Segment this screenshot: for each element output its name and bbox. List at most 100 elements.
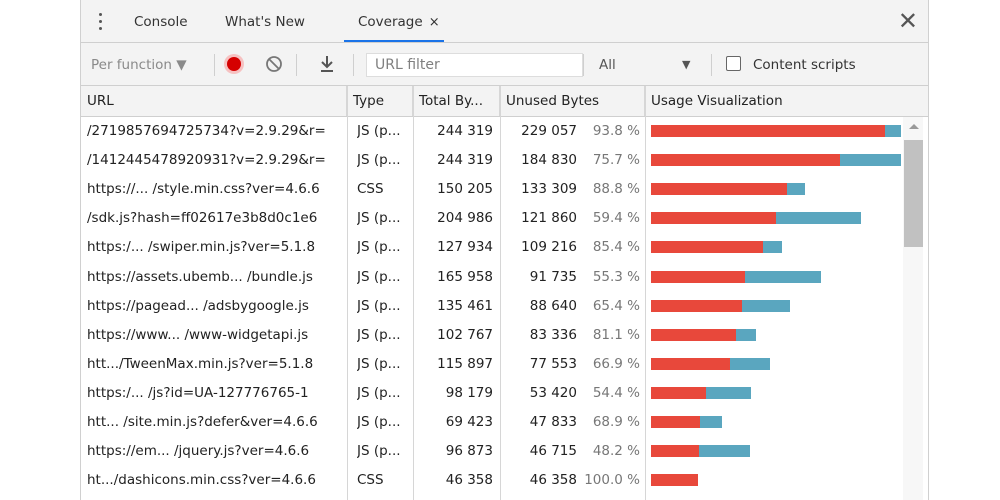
url-cell: /sdk.js?hash=ff02617e3b8d0c1e6 <box>87 210 318 227</box>
table-row[interactable]: https:/... /js?id=UA-127776765-1 JS (p...… <box>81 379 903 408</box>
unused-bytes-cell: 121 860 <box>521 210 577 227</box>
usage-bar <box>651 183 805 196</box>
unused-bytes-bar <box>651 474 699 487</box>
used-bytes-bar <box>736 328 757 341</box>
tab-whats-new[interactable]: What's New <box>225 0 305 42</box>
url-cell: htt.../TweenMax.min.js?ver=5.1.8 <box>87 355 314 372</box>
used-bytes-bar <box>699 416 723 428</box>
table-row[interactable]: ht.../dashicons.min.css?ver=4.6.6 CSS 46 3… <box>81 466 903 495</box>
tab-coverage[interactable]: Coverage × <box>344 0 444 42</box>
type-cell: JS (p... <box>357 443 401 460</box>
table-row[interactable]: /sdk.js?hash=ff02617e3b8d0c1e6 JS (p... 20… <box>81 204 903 233</box>
clear-icon[interactable] <box>265 55 283 73</box>
column-header-usage-visualization[interactable]: Usage Visualization <box>645 86 928 116</box>
unused-bytes-cell: 133 309 <box>521 181 577 198</box>
table-row[interactable]: https:/... /swiper.min.js?ver=5.1.8 JS (p… <box>81 233 903 262</box>
type-cell: CSS <box>357 472 384 489</box>
table-row[interactable]: htt.../TweenMax.min.js?ver=5.1.8 JS (p...… <box>81 350 903 379</box>
coverage-table-body: /2719857694725734?v=2.9.29&r= JS (p... 244… <box>81 117 928 500</box>
kebab-menu-icon[interactable] <box>99 13 103 31</box>
unused-bytes-cell: 83 336 <box>529 326 577 343</box>
total-bytes-cell: 244 319 <box>437 123 493 139</box>
unused-bytes-bar <box>651 154 841 167</box>
content-scripts-checkbox[interactable] <box>726 56 741 71</box>
unused-bytes-bar <box>651 183 788 196</box>
usage-bar <box>651 445 751 458</box>
column-header-url[interactable]: URL <box>81 86 347 116</box>
unused-percent-cell: 66.9 % <box>592 355 640 372</box>
unused-percent-cell: 100.0 % <box>584 472 640 489</box>
unused-bytes-bar <box>651 299 742 312</box>
coverage-toolbar: Per function ▼ All ▼ Content scripts <box>81 43 928 86</box>
table-row[interactable]: https://em... /jquery.js?ver=4.6.6 JS (p.… <box>81 437 903 466</box>
chevron-down-icon[interactable]: ▼ <box>682 43 690 85</box>
url-cell: https://pagead... /adsbygoogle.js <box>87 297 309 314</box>
total-bytes-cell: 135 461 <box>437 297 493 314</box>
used-bytes-bar <box>787 183 805 196</box>
toolbar-divider <box>711 54 712 76</box>
table-row[interactable]: /2719857694725734?v=2.9.29&r= JS (p... 244… <box>81 117 903 146</box>
type-cell: JS (p... <box>357 326 401 343</box>
used-bytes-bar <box>744 270 821 283</box>
table-row[interactable]: https://pagead... /adsbygoogle.js JS (p..… <box>81 292 903 321</box>
close-icon[interactable]: × <box>429 15 440 30</box>
toolbar-divider <box>353 54 354 76</box>
total-bytes-cell: 115 897 <box>437 355 493 372</box>
table-row[interactable]: https://... /style.min.css?ver=4.6.6 CSS 1… <box>81 175 903 204</box>
unused-percent-cell: 81.1 % <box>592 326 640 343</box>
unused-percent-cell: 88.8 % <box>592 181 640 198</box>
usage-bar <box>651 474 699 487</box>
unused-bytes-cell: 47 833 <box>529 414 577 430</box>
column-header-total-bytes[interactable]: Total By... <box>413 86 500 116</box>
column-header-unused-bytes[interactable]: Unused Bytes <box>500 86 645 116</box>
type-filter-dropdown[interactable]: All <box>599 43 616 85</box>
coverage-panel: Console What's New Coverage × ✕ Per funct… <box>80 0 929 500</box>
unused-bytes-cell: 109 216 <box>521 239 577 256</box>
table-row[interactable]: https://assets.ubemb... /bundle.js JS (p.… <box>81 263 903 292</box>
unused-bytes-cell: 46 358 <box>529 472 577 489</box>
unused-bytes-cell: 53 420 <box>529 384 577 401</box>
unused-bytes-bar <box>651 328 737 341</box>
url-cell: https://... /style.min.css?ver=4.6.6 <box>87 181 320 198</box>
url-cell: /1412445478920931?v=2.9.29&r= <box>87 152 326 169</box>
type-cell: JS (p... <box>357 414 401 430</box>
used-bytes-bar <box>741 299 790 312</box>
type-cell: JS (p... <box>357 268 401 285</box>
url-cell: https://assets.ubemb... /bundle.js <box>87 268 313 285</box>
type-cell: JS (p... <box>357 123 401 139</box>
type-cell: JS (p... <box>357 355 401 372</box>
granularity-dropdown[interactable]: Per function ▼ <box>91 43 187 85</box>
url-cell: https:/... /swiper.min.js?ver=5.1.8 <box>87 239 316 256</box>
usage-bar <box>651 125 901 137</box>
scrollbar-thumb[interactable] <box>904 140 923 247</box>
usage-bar <box>651 241 782 254</box>
type-cell: JS (p... <box>357 152 401 169</box>
unused-bytes-bar <box>651 445 699 458</box>
total-bytes-cell: 46 358 <box>445 472 493 489</box>
record-icon[interactable] <box>227 57 241 71</box>
unused-bytes-cell: 229 057 <box>521 123 577 139</box>
close-icon[interactable]: ✕ <box>898 6 918 36</box>
tab-bar: Console What's New Coverage × ✕ <box>81 0 928 43</box>
table-row[interactable]: https://www... /www-widgetapi.js JS (p...… <box>81 321 903 350</box>
unused-percent-cell: 93.8 % <box>592 123 640 139</box>
unused-percent-cell: 85.4 % <box>592 239 640 256</box>
scroll-up-icon[interactable] <box>909 124 919 129</box>
unused-percent-cell: 65.4 % <box>592 297 640 314</box>
usage-bar <box>651 212 861 225</box>
used-bytes-bar <box>705 386 752 399</box>
total-bytes-cell: 127 934 <box>437 239 493 256</box>
type-cell: JS (p... <box>357 384 401 401</box>
table-row[interactable]: /1412445478920931?v=2.9.29&r= JS (p... 244… <box>81 146 903 175</box>
total-bytes-cell: 102 767 <box>437 326 493 343</box>
column-header-type[interactable]: Type <box>347 86 413 116</box>
unused-bytes-cell: 91 735 <box>529 268 577 285</box>
tab-console[interactable]: Console <box>134 0 188 42</box>
unused-bytes-cell: 88 640 <box>529 297 577 314</box>
url-filter-input[interactable] <box>366 53 583 77</box>
download-icon[interactable] <box>318 54 336 74</box>
table-header: URL Type Total By... Unused Bytes Usage … <box>81 86 928 117</box>
url-cell: htt... /site.min.js?defer&ver=4.6.6 <box>87 414 318 430</box>
table-row[interactable]: htt... /site.min.js?defer&ver=4.6.6 JS (p… <box>81 408 903 437</box>
unused-percent-cell: 54.4 % <box>592 384 640 401</box>
